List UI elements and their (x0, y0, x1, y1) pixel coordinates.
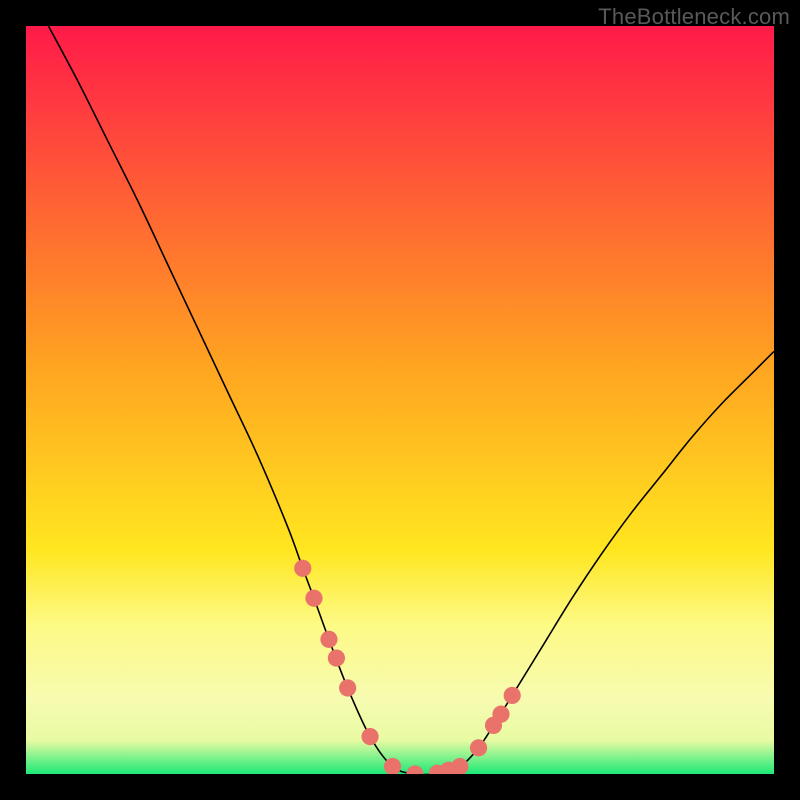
gradient-background (26, 26, 774, 774)
marker-point (361, 728, 378, 745)
marker-point (470, 739, 487, 756)
marker-point (339, 679, 356, 696)
chart-frame: TheBottleneck.com (0, 0, 800, 800)
marker-point (320, 631, 337, 648)
marker-point (305, 590, 322, 607)
watermark-text: TheBottleneck.com (598, 4, 790, 30)
marker-point (328, 649, 345, 666)
plot-area (26, 26, 774, 774)
chart-svg (26, 26, 774, 774)
marker-point (504, 687, 521, 704)
marker-point (492, 706, 509, 723)
marker-point (294, 560, 311, 577)
